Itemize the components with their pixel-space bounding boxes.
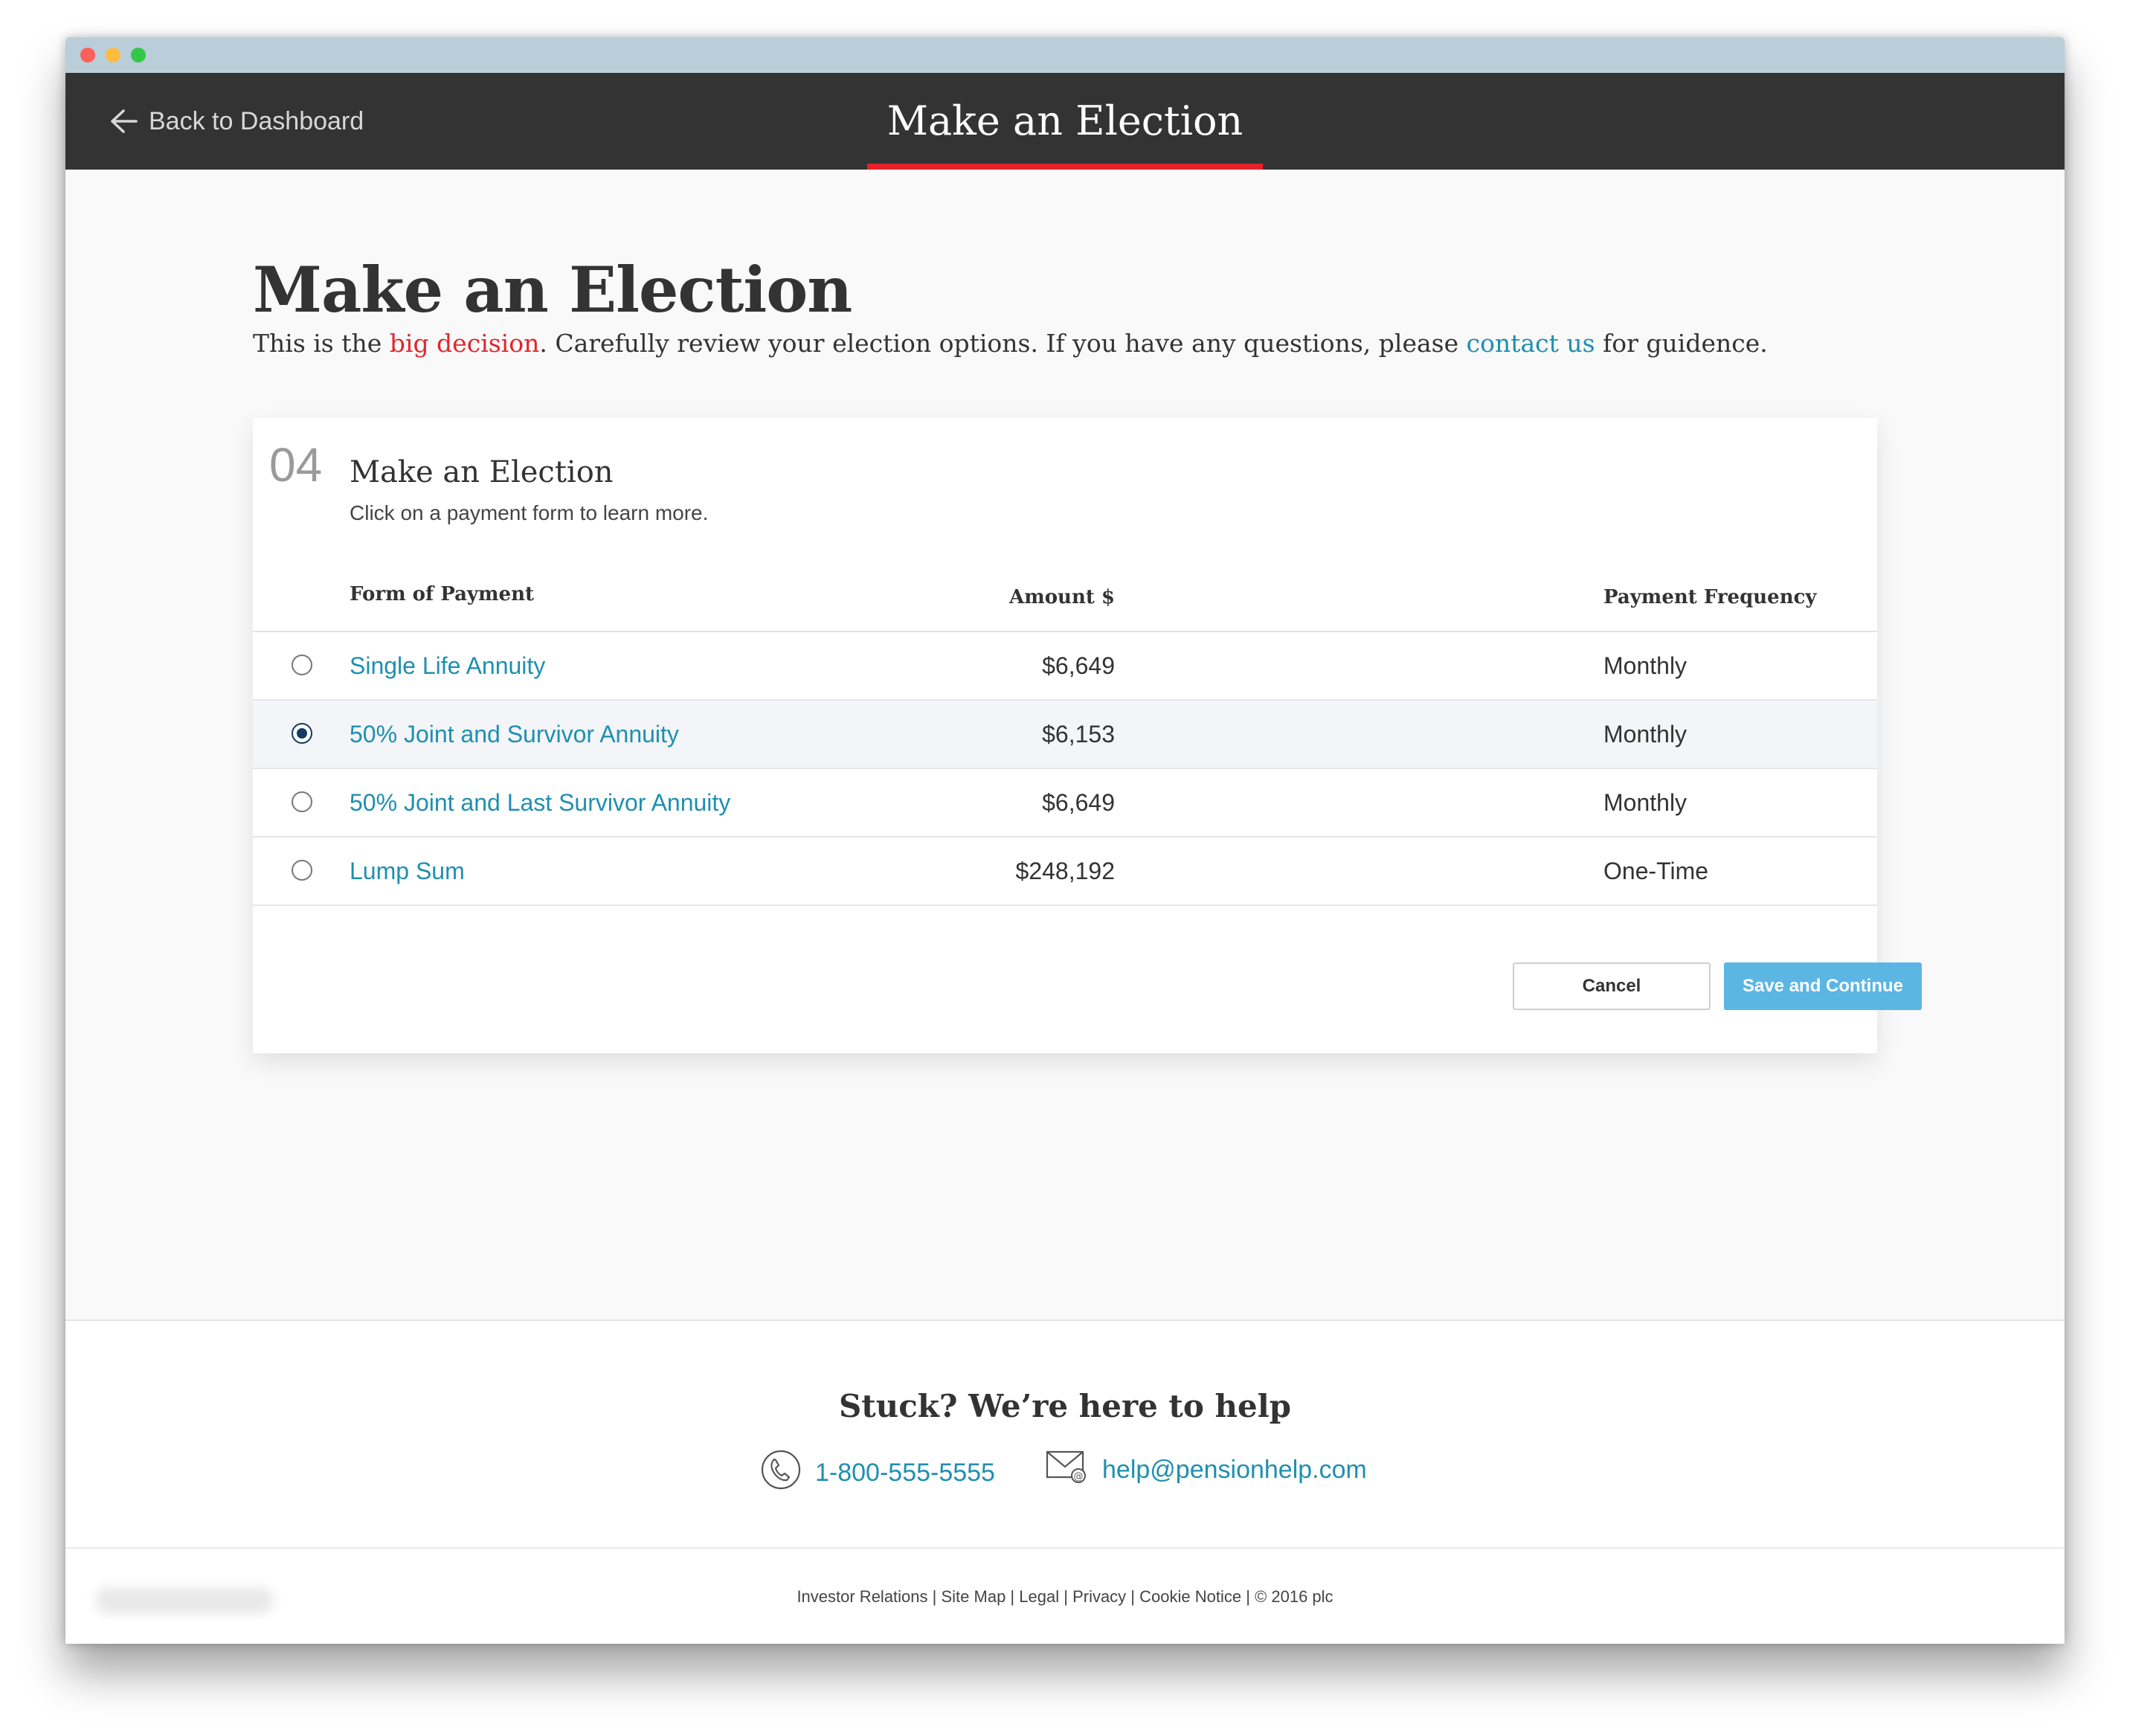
nav-title: Make an Election (887, 97, 1243, 144)
payment-frequency: Monthly (1603, 652, 1687, 679)
payment-amount: $6,649 (1042, 652, 1115, 679)
top-navigation: Back to Dashboard Make an Election (65, 73, 2065, 170)
email-contact-link[interactable]: @ help@pensionhelp.com (1046, 1449, 1367, 1491)
minimize-window-button[interactable] (106, 48, 120, 62)
column-header-form: Form of Payment (350, 583, 534, 605)
footer-link-privacy[interactable]: Privacy (1072, 1587, 1126, 1606)
cancel-button[interactable]: Cancel (1513, 962, 1711, 1010)
payment-options-table: Single Life Annuity $6,649 Monthly 50% J… (253, 632, 1877, 906)
payment-form-link[interactable]: Single Life Annuity (350, 632, 545, 699)
radio-single-life[interactable] (292, 655, 312, 675)
save-and-continue-button[interactable]: Save and Continue (1724, 962, 1922, 1010)
payment-row-joint-last-survivor[interactable]: 50% Joint and Last Survivor Annuity $6,6… (253, 769, 1877, 838)
card-subtitle: Click on a payment form to learn more. (350, 501, 709, 524)
column-header-amount: Amount $ (1009, 586, 1115, 608)
phone-icon (760, 1449, 802, 1497)
contact-us-link[interactable]: contact us (1467, 329, 1595, 358)
step-number: 04 (269, 438, 323, 492)
intro-before: This is the (253, 329, 390, 358)
svg-text:@: @ (1074, 1471, 1084, 1482)
nav-title-underline (867, 164, 1263, 170)
election-card: 04 Make an Election Click on a payment f… (253, 418, 1922, 1053)
arrow-left-icon (109, 109, 138, 134)
column-header-frequency: Payment Frequency (1603, 586, 1817, 608)
phone-number: 1-800-555-5555 (815, 1459, 995, 1487)
browser-window: Back to Dashboard Make an Election Make … (65, 37, 2065, 1644)
footer-link-site-map[interactable]: Site Map (941, 1587, 1006, 1606)
payment-row-single-life[interactable]: Single Life Annuity $6,649 Monthly (253, 632, 1877, 701)
intro-middle: . Carefully review your election options… (539, 329, 1467, 358)
back-to-dashboard-link[interactable]: Back to Dashboard (109, 73, 364, 170)
card-title: Make an Election (350, 455, 614, 489)
close-window-button[interactable] (80, 48, 95, 62)
payment-form-link[interactable]: 50% Joint and Last Survivor Annuity (350, 769, 730, 836)
payment-form-link[interactable]: 50% Joint and Survivor Annuity (350, 701, 679, 768)
footer-link-legal[interactable]: Legal (1019, 1587, 1059, 1606)
copyright: © 2016 plc (1255, 1587, 1333, 1606)
help-section: Stuck? We’re here to help 1-800-555-5555… (65, 1319, 2065, 1549)
payment-row-lump-sum[interactable]: Lump Sum $248,192 One-Time (253, 838, 1877, 906)
maximize-window-button[interactable] (131, 48, 146, 62)
radio-joint-last-survivor[interactable] (292, 791, 312, 812)
payment-amount: $248,192 (1015, 858, 1115, 884)
payment-frequency: Monthly (1603, 789, 1687, 816)
radio-lump-sum[interactable] (292, 860, 312, 881)
help-title: Stuck? We’re here to help (838, 1388, 1292, 1424)
page-footer: Investor Relations | Site Map | Legal | … (65, 1547, 2065, 1644)
radio-joint-survivor[interactable] (292, 723, 312, 744)
payment-amount: $6,649 (1042, 789, 1115, 816)
phone-contact-link[interactable]: 1-800-555-5555 (760, 1449, 995, 1497)
footer-link-cookie-notice[interactable]: Cookie Notice (1139, 1587, 1241, 1606)
intro-highlight: big decision (389, 329, 540, 358)
window-titlebar (65, 37, 2065, 73)
payment-row-joint-survivor[interactable]: 50% Joint and Survivor Annuity $6,153 Mo… (253, 701, 1877, 769)
payment-form-link[interactable]: Lump Sum (350, 838, 465, 904)
page-title: Make an Election (253, 253, 852, 327)
email-address: help@pensionhelp.com (1102, 1456, 1367, 1484)
email-icon: @ (1046, 1449, 1089, 1491)
footer-link-investor-relations[interactable]: Investor Relations (797, 1587, 927, 1606)
payment-frequency: Monthly (1603, 721, 1687, 748)
intro-text: This is the big decision. Carefully revi… (253, 329, 1768, 358)
back-link-label: Back to Dashboard (149, 106, 364, 135)
payment-amount: $6,153 (1042, 721, 1115, 748)
intro-after: for guidence. (1595, 329, 1768, 358)
payment-frequency: One-Time (1603, 858, 1709, 884)
footer-links: Investor Relations | Site Map | Legal | … (797, 1587, 1333, 1606)
